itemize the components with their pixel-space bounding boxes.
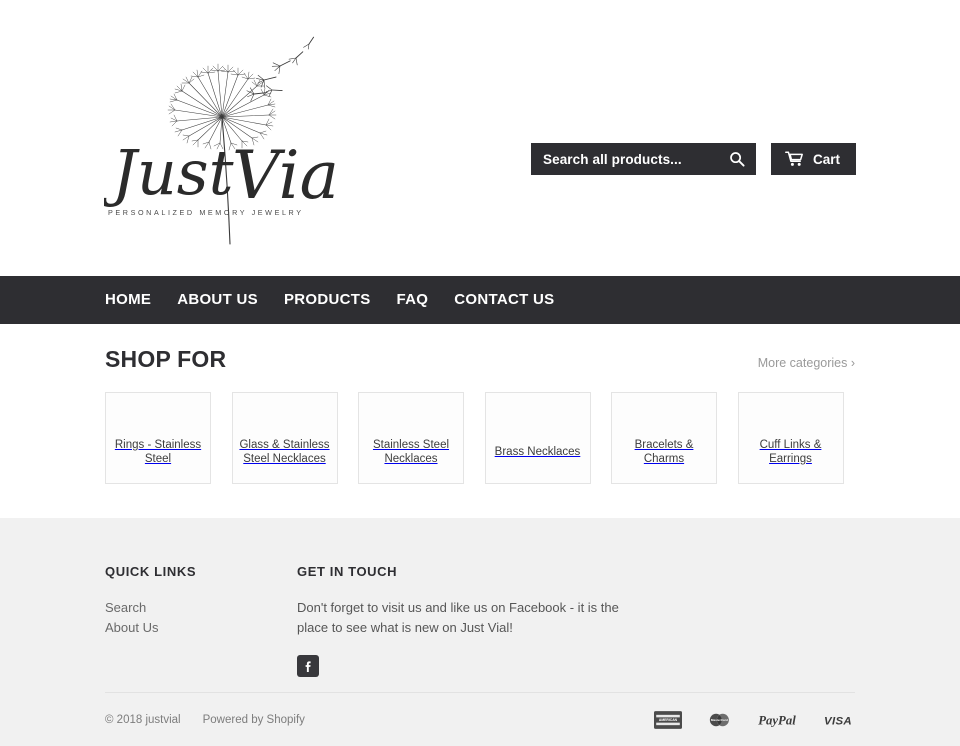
category-card-list: Rings - Stainless Steel Glass & Stainles… bbox=[105, 392, 855, 484]
search-input[interactable] bbox=[542, 151, 727, 167]
svg-text:PayPal: PayPal bbox=[758, 714, 796, 728]
shop-for-header: SHOP FOR More categories › bbox=[105, 346, 855, 382]
logo-tagline: PERSONALIZED MEMORY JEWELRY bbox=[108, 208, 304, 217]
dandelion-icon: Just Vial PERSONALIZED MEMORY JEWELRY bbox=[104, 36, 338, 245]
category-card-rings-stainless-steel[interactable]: Rings - Stainless Steel bbox=[105, 392, 211, 484]
facebook-link[interactable] bbox=[297, 655, 319, 677]
american-express-icon: AMERICAN bbox=[654, 711, 682, 729]
category-card-glass-stainless-steel-necklaces[interactable]: Glass & Stainless Steel Necklaces bbox=[231, 392, 338, 484]
category-card-label: Stainless Steel Necklaces bbox=[372, 439, 450, 465]
svg-text:MasterCard: MasterCard bbox=[711, 718, 728, 722]
mastercard-icon: MasterCard bbox=[709, 713, 729, 727]
nav-item-home[interactable]: HOME bbox=[105, 276, 164, 324]
payment-icons: AMERICAN MasterCard PayPal VISA bbox=[654, 711, 855, 729]
cart-label: Cart bbox=[812, 151, 840, 167]
copyright-text: © 2018 justvial bbox=[105, 714, 181, 726]
footer-column-get-in-touch: GET IN TOUCH Don't forget to visit us an… bbox=[297, 564, 627, 677]
category-card-cuff-links-earrings[interactable]: Cuff Links & Earrings bbox=[737, 392, 844, 484]
page-root: Just Vial PERSONALIZED MEMORY JEWELRY bbox=[0, 0, 960, 746]
get-in-touch-heading: GET IN TOUCH bbox=[297, 564, 398, 579]
nav-items: HOME ABOUT US PRODUCTS FAQ CONTACT US bbox=[105, 276, 855, 324]
facebook-icon bbox=[305, 660, 311, 672]
nav-item-contact-us[interactable]: CONTACT US bbox=[441, 276, 567, 324]
quick-links-heading: QUICK LINKS bbox=[105, 564, 197, 579]
paypal-icon: PayPal bbox=[758, 714, 796, 728]
footer-divider bbox=[105, 692, 855, 693]
category-card-stainless-steel-necklaces[interactable]: Stainless Steel Necklaces bbox=[358, 392, 464, 484]
search-form[interactable] bbox=[530, 143, 756, 175]
svg-text:AMERICAN: AMERICAN bbox=[659, 718, 678, 722]
search-icon bbox=[730, 152, 745, 167]
nav-item-about-us[interactable]: ABOUT US bbox=[164, 276, 271, 324]
category-card-label: Rings - Stainless Steel bbox=[114, 439, 202, 465]
visa-icon: VISA bbox=[824, 715, 852, 727]
category-card-label: Brass Necklaces bbox=[494, 446, 581, 458]
site-footer: QUICK LINKS Search About Us GET IN TOUCH… bbox=[0, 518, 960, 746]
category-card-label: Bracelets & Charms bbox=[634, 439, 694, 465]
footer-bottom-bar: © 2018 justvial Powered by Shopify AMERI… bbox=[105, 711, 855, 729]
search-submit-button[interactable] bbox=[727, 149, 747, 169]
more-categories-link[interactable]: More categories › bbox=[758, 356, 855, 370]
powered-by-shopify-link[interactable]: Powered by Shopify bbox=[203, 714, 305, 726]
shopping-cart-icon bbox=[785, 151, 803, 166]
shop-for-section: SHOP FOR More categories › Rings - Stain… bbox=[0, 324, 960, 484]
category-card-label: Cuff Links & Earrings bbox=[759, 439, 822, 465]
header-actions: Cart bbox=[530, 143, 856, 175]
category-card-brass-necklaces[interactable]: Brass Necklaces bbox=[484, 392, 591, 484]
main-navigation: HOME ABOUT US PRODUCTS FAQ CONTACT US bbox=[0, 276, 960, 324]
page-title: SHOP FOR bbox=[105, 346, 227, 372]
footer-link-search[interactable]: Search bbox=[105, 598, 297, 618]
nav-item-products[interactable]: PRODUCTS bbox=[271, 276, 384, 324]
site-header: Just Vial PERSONALIZED MEMORY JEWELRY bbox=[0, 0, 960, 276]
svg-text:VISA: VISA bbox=[824, 715, 852, 727]
nav-item-faq[interactable]: FAQ bbox=[384, 276, 442, 324]
category-card-bracelets-charms[interactable]: Bracelets & Charms bbox=[611, 392, 717, 484]
site-logo[interactable]: Just Vial PERSONALIZED MEMORY JEWELRY bbox=[104, 22, 338, 250]
category-card-label: Glass & Stainless Steel Necklaces bbox=[239, 439, 330, 465]
svg-text:Just: Just bbox=[104, 136, 234, 209]
get-in-touch-text: Don't forget to visit us and like us on … bbox=[297, 600, 619, 635]
svg-text:Vial: Vial bbox=[232, 137, 338, 214]
cart-button[interactable]: Cart bbox=[770, 143, 856, 175]
footer-column-quick-links: QUICK LINKS Search About Us bbox=[105, 564, 297, 677]
footer-link-about-us[interactable]: About Us bbox=[105, 618, 297, 638]
